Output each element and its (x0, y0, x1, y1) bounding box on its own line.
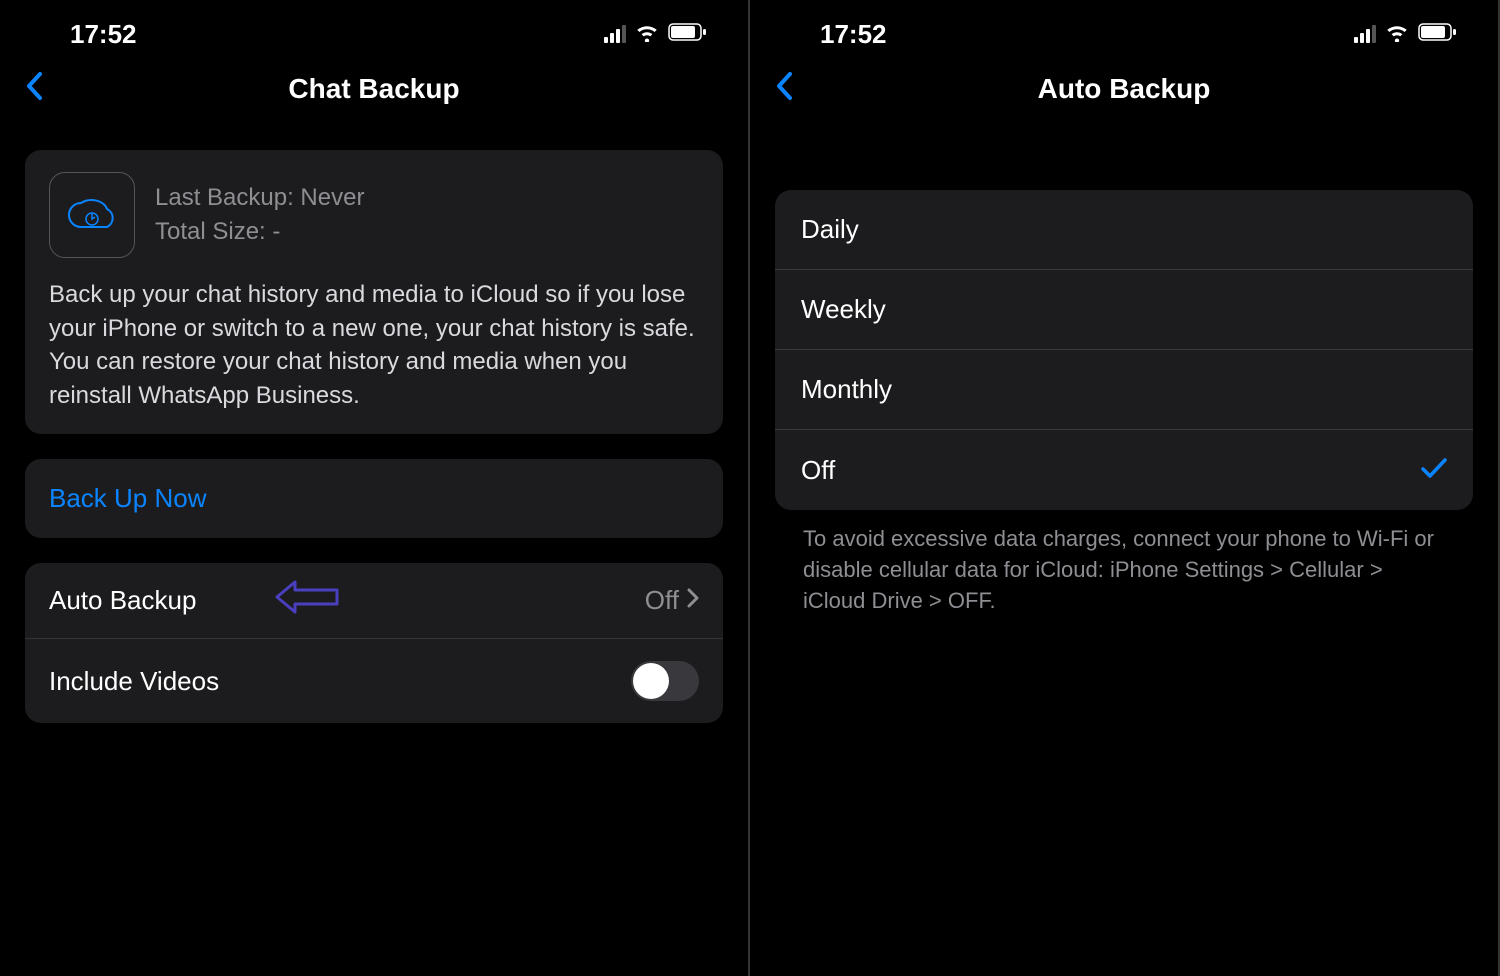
settings-list: Auto Backup Off Include Videos (25, 563, 723, 723)
total-size-label: Total Size: - (155, 218, 364, 246)
checkmark-icon (1421, 454, 1447, 486)
include-videos-label: Include Videos (49, 666, 219, 697)
page-title: Chat Backup (288, 73, 459, 105)
status-time: 17:52 (820, 19, 887, 50)
status-bar: 17:52 (750, 0, 1498, 60)
battery-icon (668, 23, 708, 46)
status-icons (1354, 22, 1458, 47)
backup-info-card: Last Backup: Never Total Size: - Back up… (25, 150, 723, 434)
chevron-right-icon (687, 588, 699, 614)
chat-backup-screen: 17:52 Chat Backup (0, 0, 750, 976)
content-area: Last Backup: Never Total Size: - Back up… (0, 130, 748, 743)
cloud-backup-icon (49, 172, 135, 258)
option-label: Off (801, 455, 835, 486)
back-button[interactable] (20, 68, 48, 110)
cellular-signal-icon (604, 25, 626, 43)
status-time: 17:52 (70, 19, 137, 50)
option-label: Weekly (801, 294, 886, 325)
option-monthly[interactable]: Monthly (775, 350, 1473, 430)
option-label: Monthly (801, 374, 892, 405)
content-area: Daily Weekly Monthly Off To avoid excess… (750, 130, 1498, 636)
wifi-icon (1384, 22, 1410, 47)
auto-backup-value: Off (645, 585, 679, 616)
frequency-options-list: Daily Weekly Monthly Off (775, 190, 1473, 510)
back-button[interactable] (770, 68, 798, 110)
backup-description: Back up your chat history and media to i… (49, 278, 699, 412)
option-daily[interactable]: Daily (775, 190, 1473, 270)
auto-backup-label: Auto Backup (49, 585, 196, 616)
auto-backup-row[interactable]: Auto Backup Off (25, 563, 723, 639)
option-off[interactable]: Off (775, 430, 1473, 510)
last-backup-label: Last Backup: Never (155, 184, 364, 212)
footer-help-text: To avoid excessive data charges, connect… (775, 510, 1473, 616)
wifi-icon (634, 22, 660, 47)
status-bar: 17:52 (0, 0, 748, 60)
page-title: Auto Backup (1038, 73, 1211, 105)
include-videos-toggle[interactable] (631, 661, 699, 701)
include-videos-row: Include Videos (25, 639, 723, 723)
nav-bar: Auto Backup (750, 60, 1498, 130)
cellular-signal-icon (1354, 25, 1376, 43)
arrow-annotation-icon (275, 580, 340, 622)
option-label: Daily (801, 214, 859, 245)
auto-backup-screen: 17:52 Auto Backup Daily (750, 0, 1500, 976)
nav-bar: Chat Backup (0, 60, 748, 130)
status-icons (604, 22, 708, 47)
battery-icon (1418, 23, 1458, 46)
option-weekly[interactable]: Weekly (775, 270, 1473, 350)
backup-now-button[interactable]: Back Up Now (25, 459, 723, 538)
